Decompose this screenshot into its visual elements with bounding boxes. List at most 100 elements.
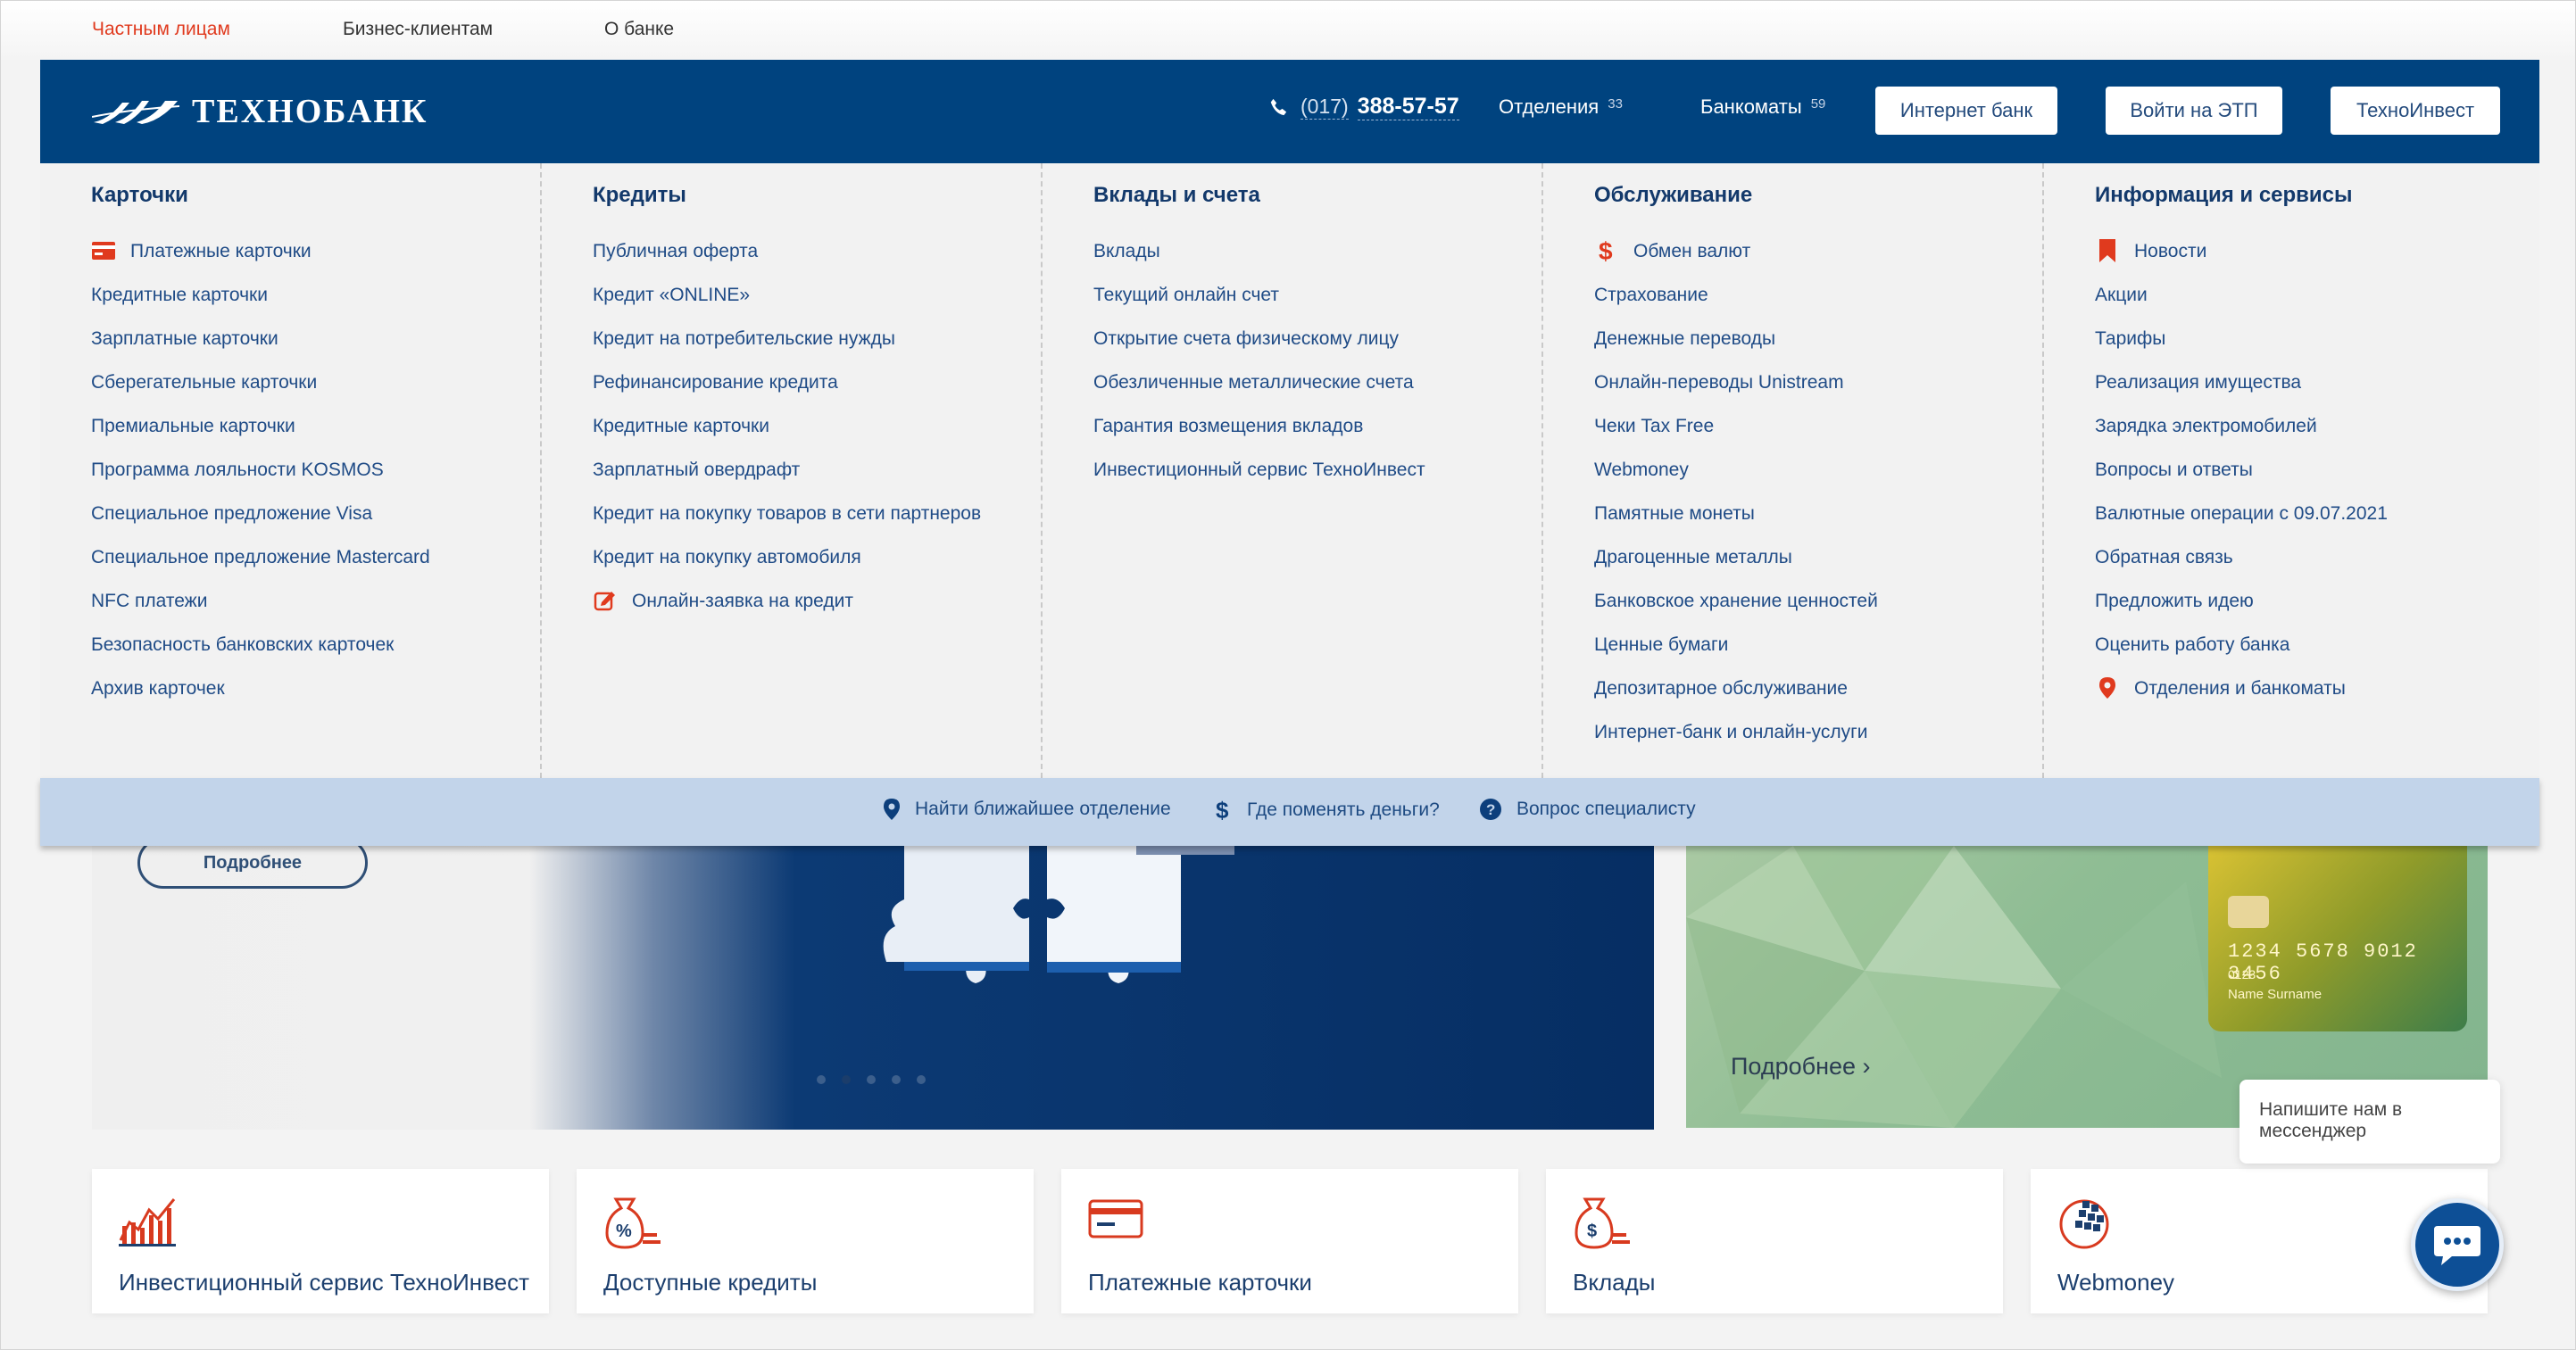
carousel-dot[interactable] (917, 1075, 926, 1084)
etp-login-button[interactable]: Войти на ЭТП (2106, 87, 2282, 135)
menu-item-label: NFC платежи (91, 591, 208, 611)
menu-item-label: Акции (2095, 285, 2148, 305)
carousel-dot[interactable] (892, 1075, 901, 1084)
menu-item[interactable]: Зарплатный овердрафт (593, 455, 1012, 485)
tile-cards[interactable]: Платежные карточки (1061, 1169, 1518, 1313)
menu-item[interactable]: Реализация имущества (2095, 368, 2514, 397)
menu-item[interactable]: Онлайн-заявка на кредит (593, 586, 1012, 616)
menu-item[interactable]: Обезличенные металлические счета (1093, 368, 1513, 397)
menu-column-cards: Карточки Платежные карточки Кредитные кар… (40, 163, 541, 778)
menu-item[interactable]: Зарплатные карточки (91, 324, 511, 353)
menu-item[interactable]: Онлайн-переводы Unistream (1594, 368, 2014, 397)
menu-item[interactable]: Депозитарное обслуживание (1594, 674, 2014, 703)
internet-bank-button[interactable]: Интернет банк (1875, 87, 2057, 135)
ask-specialist-link[interactable]: ? Вопрос специалисту (1479, 798, 1696, 821)
tile-technoinvest[interactable]: Инвестиционный сервис ТехноИнвест (92, 1169, 549, 1313)
menu-column-title[interactable]: Вклады и счета (1093, 183, 1260, 208)
branches-label: Отделения (1499, 95, 1600, 118)
menu-item[interactable]: Вопросы и ответы (2095, 455, 2514, 485)
carousel-dot[interactable] (842, 1075, 851, 1084)
menu-item[interactable]: Специальное предложение Visa (91, 499, 511, 528)
menu-item[interactable]: Рефинансирование кредита (593, 368, 1012, 397)
menu-item[interactable]: Оценить работу банка (2095, 630, 2514, 659)
menu-item[interactable]: Банковское хранение ценностей (1594, 586, 2014, 616)
menu-item[interactable]: Предложить идею (2095, 586, 2514, 616)
carousel-dot[interactable] (867, 1075, 876, 1084)
menu-item-label: Рефинансирование кредита (593, 372, 838, 393)
menu-item[interactable]: Платежные карточки (91, 236, 511, 266)
phone[interactable]: (017) 388-57-57 (1268, 94, 1459, 120)
menu-item[interactable]: Валютные операции с 09.07.2021 (2095, 499, 2514, 528)
svg-text:$: $ (1587, 1222, 1597, 1241)
menu-item[interactable]: Безопасность банковских карточек (91, 630, 511, 659)
menu-item[interactable]: Страхование (1594, 280, 2014, 310)
menu-item[interactable]: Кредит на покупку товаров в сети партнер… (593, 499, 1012, 528)
menu-item[interactable]: Публичная оферта (593, 236, 1012, 266)
menu-item[interactable]: Кредит на потребительские нужды (593, 324, 1012, 353)
menu-item[interactable]: Открытие счета физическому лицу (1093, 324, 1513, 353)
menu-item[interactable]: Специальное предложение Mastercard (91, 542, 511, 572)
card-number: 1234 5678 9012 3456 (2228, 940, 2418, 985)
tile-deposits[interactable]: $ Вклады (1546, 1169, 2003, 1313)
menu-item-label: Тарифы (2095, 328, 2166, 349)
menu-column-title[interactable]: Обслуживание (1594, 183, 1752, 208)
menu-item[interactable]: Гарантия возмещения вкладов (1093, 411, 1513, 441)
banner-right-more-link[interactable]: Подробнее › (1731, 1053, 1871, 1081)
menu-item[interactable]: Чеки Tax Free (1594, 411, 2014, 441)
menu-item[interactable]: Тарифы (2095, 324, 2514, 353)
bank-card-image: 1234 5678 9012 3456 0123 Name Surname (2208, 846, 2467, 1031)
menu-item[interactable]: NFC платежи (91, 586, 511, 616)
menu-item[interactable]: Сберегательные карточки (91, 368, 511, 397)
menu-item-label: Кредит на покупку товаров в сети партнер… (593, 503, 982, 524)
chat-prompt-bubble[interactable]: Напишите нам в мессенджер (2239, 1080, 2500, 1164)
exchange-link[interactable]: $ Где поменять деньги? (1215, 798, 1440, 823)
menu-item[interactable]: $ Обмен валют (1594, 236, 2014, 266)
menu-item[interactable]: Ценные бумаги (1594, 630, 2014, 659)
menu-item[interactable]: Зарядка электромобилей (2095, 411, 2514, 441)
carousel-dots (817, 1075, 926, 1084)
tile-credits[interactable]: % Доступные кредиты (577, 1169, 1034, 1313)
menu-item[interactable]: Webmoney (1594, 455, 2014, 485)
menu-item[interactable]: Инвестиционный сервис ТехноИнвест (1093, 455, 1513, 485)
menu-item[interactable]: Интернет-банк и онлайн-услуги (1594, 717, 2014, 747)
menu-item[interactable]: Обратная связь (2095, 542, 2514, 572)
menu-item[interactable]: Программа лояльности KOSMOS (91, 455, 511, 485)
find-branch-link[interactable]: Найти ближайшее отделение (883, 798, 1171, 821)
menu-item-label: Сберегательные карточки (91, 372, 318, 393)
topnav-business[interactable]: Бизнес-клиентам (343, 19, 493, 40)
menu-item-label: Webmoney (1594, 460, 1689, 480)
menu-item[interactable]: Кредит на покупку автомобиля (593, 542, 1012, 572)
menu-item[interactable]: Кредит «ONLINE» (593, 280, 1012, 310)
menu-item[interactable]: Денежные переводы (1594, 324, 2014, 353)
menu-column-title[interactable]: Информация и сервисы (2095, 183, 2353, 208)
logo[interactable]: ТЕХНОБАНК (92, 92, 428, 131)
tile-label: Вклады (1573, 1269, 1656, 1296)
menu-item[interactable]: Архив карточек (91, 674, 511, 703)
atms-link[interactable]: Банкоматы 59 (1700, 95, 1825, 119)
technoinvest-button[interactable]: ТехноИнвест (2331, 87, 2500, 135)
menu-column-deposits: Вклады и счета Вклады Текущий онлайн счет… (1041, 163, 1543, 778)
menu-item-label: Специальное предложение Visa (91, 503, 373, 524)
menu-item[interactable]: Новости (2095, 236, 2514, 266)
carousel-dot[interactable] (817, 1075, 826, 1084)
menu-item-label: Ценные бумаги (1594, 634, 1729, 655)
menu-item[interactable]: Акции (2095, 280, 2514, 310)
menu-item[interactable]: Текущий онлайн счет (1093, 280, 1513, 310)
menu-item[interactable]: Кредитные карточки (593, 411, 1012, 441)
topnav-about[interactable]: О банке (604, 19, 674, 40)
menu-column-title[interactable]: Карточки (91, 183, 188, 208)
topnav-private[interactable]: Частным лицам (92, 19, 230, 40)
menu-column-title[interactable]: Кредиты (593, 183, 686, 208)
chat-button[interactable] (2411, 1198, 2504, 1291)
menu-item[interactable]: Памятные монеты (1594, 499, 2014, 528)
menu-item[interactable]: Отделения и банкоматы (2095, 674, 2514, 703)
menu-item[interactable]: Премиальные карточки (91, 411, 511, 441)
menu-item[interactable]: Кредитные карточки (91, 280, 511, 310)
branches-link[interactable]: Отделения 33 (1499, 95, 1623, 119)
money-bag-percent-icon: % (605, 1197, 661, 1249)
menu-item[interactable]: Вклады (1093, 236, 1513, 266)
menu-item-label: Денежные переводы (1594, 328, 1776, 349)
menu-item-label: Премиальные карточки (91, 416, 295, 436)
menu-item[interactable]: Драгоценные металлы (1594, 542, 2014, 572)
svg-text:?: ? (1486, 801, 1495, 818)
